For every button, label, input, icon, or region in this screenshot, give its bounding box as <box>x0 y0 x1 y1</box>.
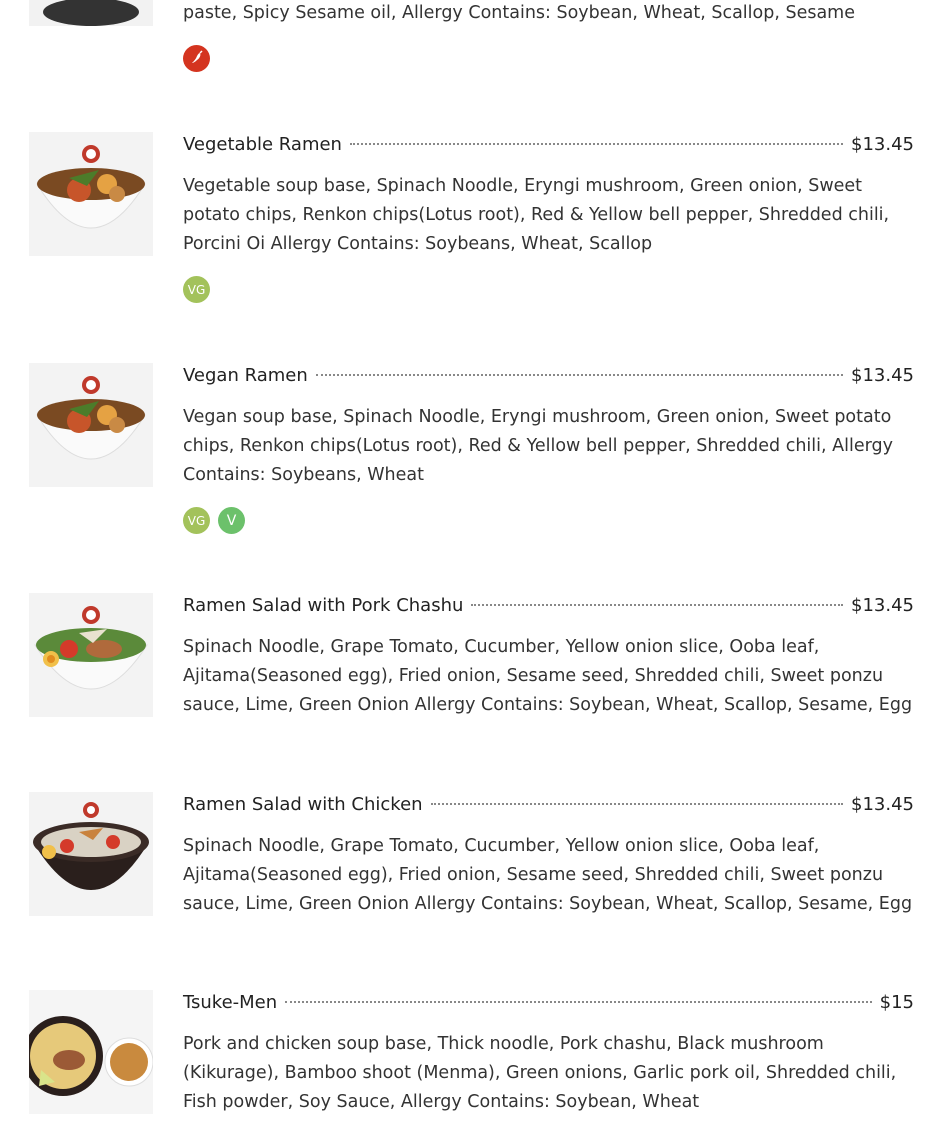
dish-photo <box>29 792 153 916</box>
item-description: Pork and chicken soup base, Thick noodle… <box>183 1034 897 1112</box>
item-price: $15 <box>879 992 914 1013</box>
vegetarian-badge: VG <box>183 507 210 535</box>
leader-dots <box>471 604 844 606</box>
leader-dots <box>315 374 844 376</box>
item-description: Spinach Noodle, Grape Tomato, Cucumber, … <box>183 637 913 715</box>
item-name: Ramen Salad with Pork Chashu <box>183 595 464 616</box>
item-description: Spinach Noodle, Grape Tomato, Cucumber, … <box>183 836 913 914</box>
vegan-badge: V <box>218 507 245 535</box>
item-price: $13.45 <box>851 365 914 386</box>
item-price: $13.45 <box>851 794 914 815</box>
item-name: Vegan Ramen <box>183 365 308 386</box>
leader-dots <box>285 1001 872 1003</box>
dish-photo <box>29 132 153 256</box>
dish-photo <box>29 593 153 717</box>
item-name: Vegetable Ramen <box>183 134 342 155</box>
item-description: Vegetable soup base, Spinach Noodle, Ery… <box>183 176 890 254</box>
vegetarian-badge: VG <box>183 276 210 304</box>
leader-dots <box>430 803 844 805</box>
leader-dots <box>349 143 844 145</box>
dish-photo <box>29 363 153 487</box>
dish-photo <box>29 990 153 1114</box>
item-name: Ramen Salad with Chicken <box>183 794 423 815</box>
item-description: paste, Spicy Sesame oil, Allergy Contain… <box>183 3 855 23</box>
spicy-icon <box>183 44 210 72</box>
dish-photo <box>29 0 153 26</box>
item-price: $13.45 <box>851 595 914 616</box>
item-price: $13.45 <box>851 134 914 155</box>
item-name: Tsuke-Men <box>183 992 278 1013</box>
item-description: Vegan soup base, Spinach Noodle, Eryngi … <box>183 407 893 485</box>
